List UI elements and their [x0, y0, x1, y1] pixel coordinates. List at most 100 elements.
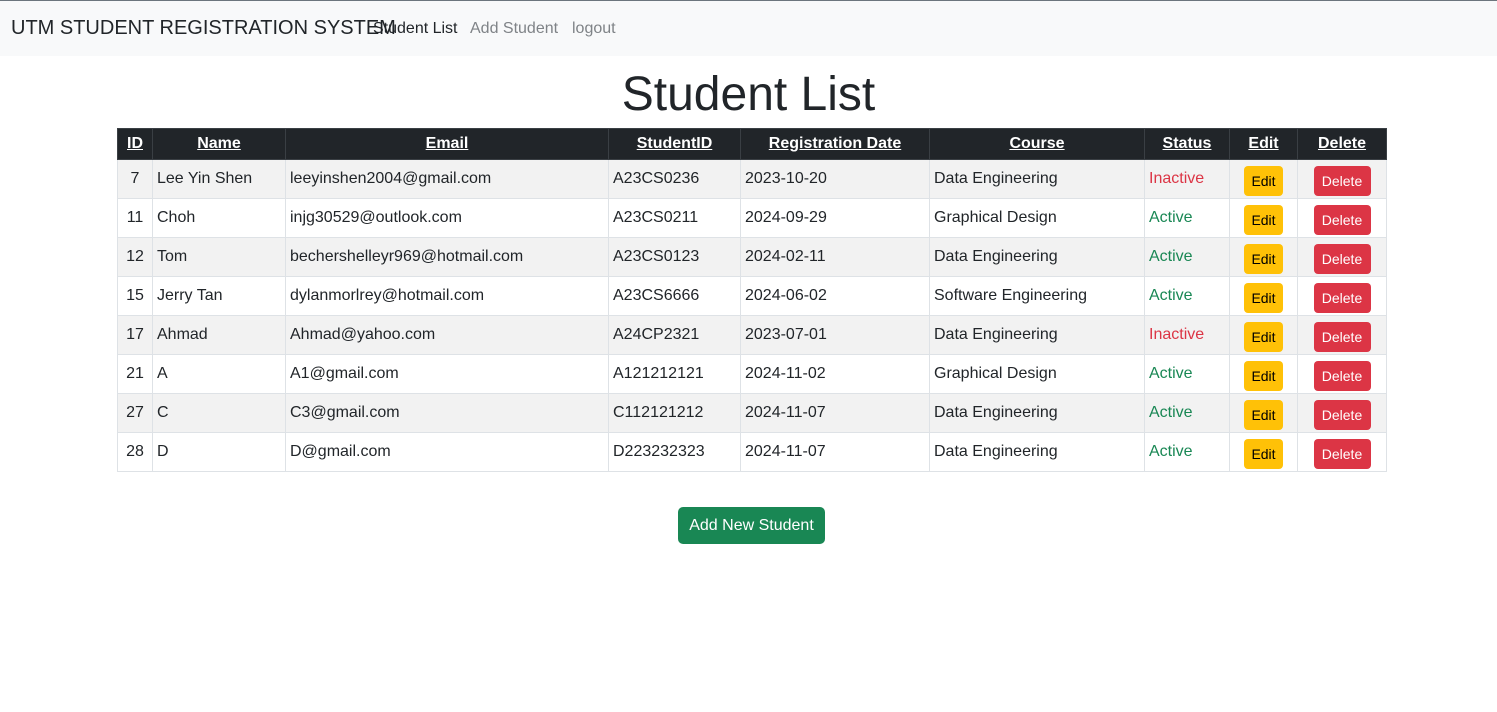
- cell-student-id: A23CS0123: [608, 237, 741, 277]
- delete-button[interactable]: Delete: [1313, 243, 1371, 274]
- sort-link-course[interactable]: Course: [1009, 135, 1064, 152]
- column-header-id: ID: [117, 128, 153, 160]
- table-body: 7 Lee Yin Shen leeyinshen2004@gmail.com A23…: [117, 159, 1387, 472]
- cell-email: leeyinshen2004@gmail.com: [285, 159, 609, 199]
- cell-id: 15: [117, 276, 153, 316]
- delete-button[interactable]: Delete: [1313, 321, 1371, 352]
- sort-link-registration-date[interactable]: Registration Date: [769, 135, 901, 152]
- cell-edit: Edit: [1229, 354, 1298, 394]
- brand-title[interactable]: UTM STUDENT REGISTRATION SYSTEM: [11, 17, 396, 40]
- nav-link-student-list[interactable]: Student List: [373, 20, 458, 38]
- cell-name: Choh: [152, 198, 286, 238]
- cell-id: 11: [117, 198, 153, 238]
- cell-edit: Edit: [1229, 315, 1298, 355]
- cell-course: Data Engineering: [929, 315, 1145, 355]
- cell-id: 27: [117, 393, 153, 433]
- edit-button[interactable]: Edit: [1244, 165, 1283, 196]
- table-row: 12 Tom bechershelleyr969@hotmail.com A23CS0…: [117, 237, 1387, 277]
- cell-status: Active: [1144, 393, 1230, 433]
- nav-link-logout[interactable]: logout: [572, 20, 616, 38]
- header-row: ID Name Email StudentID Registration Date Cou…: [117, 128, 1387, 160]
- edit-button[interactable]: Edit: [1244, 321, 1283, 352]
- edit-button[interactable]: Edit: [1244, 204, 1283, 235]
- cell-delete: Delete: [1297, 393, 1387, 433]
- cell-email: D@gmail.com: [285, 432, 609, 472]
- cell-delete: Delete: [1297, 432, 1387, 472]
- table-header: ID Name Email StudentID Registration Date Cou…: [117, 128, 1387, 160]
- cell-email: A1@gmail.com: [285, 354, 609, 394]
- cell-delete: Delete: [1297, 198, 1387, 238]
- cell-delete: Delete: [1297, 159, 1387, 199]
- cell-edit: Edit: [1229, 393, 1298, 433]
- table-row: 11 Choh injg30529@outlook.com A23CS0211 2024…: [117, 198, 1387, 238]
- cell-student-id: A121212121: [608, 354, 741, 394]
- sort-link-status[interactable]: Status: [1163, 135, 1212, 152]
- cell-delete: Delete: [1297, 315, 1387, 355]
- cell-email: bechershelleyr969@hotmail.com: [285, 237, 609, 277]
- cell-status: Active: [1144, 276, 1230, 316]
- cell-name: A: [152, 354, 286, 394]
- cell-course: Graphical Design: [929, 198, 1145, 238]
- sort-link-delete[interactable]: Delete: [1318, 135, 1366, 152]
- cell-name: D: [152, 432, 286, 472]
- table-row: 21 A A1@gmail.com A121212121 2024-11-02 Graph…: [117, 354, 1387, 394]
- cell-edit: Edit: [1229, 432, 1298, 472]
- cell-course: Data Engineering: [929, 393, 1145, 433]
- cell-registration-date: 2024-09-29: [740, 198, 930, 238]
- cell-course: Software Engineering: [929, 276, 1145, 316]
- navbar: UTM STUDENT REGISTRATION SYSTEM Student …: [0, 0, 1497, 56]
- cell-student-id: A23CS0236: [608, 159, 741, 199]
- cell-status: Active: [1144, 237, 1230, 277]
- sort-link-edit[interactable]: Edit: [1248, 135, 1278, 152]
- cell-id: 17: [117, 315, 153, 355]
- column-header-email: Email: [285, 128, 609, 160]
- cell-course: Graphical Design: [929, 354, 1145, 394]
- delete-button[interactable]: Delete: [1313, 165, 1371, 196]
- column-header-registration-date: Registration Date: [740, 128, 930, 160]
- cell-name: Lee Yin Shen: [152, 159, 286, 199]
- cell-delete: Delete: [1297, 276, 1387, 316]
- cell-student-id: C112121212: [608, 393, 741, 433]
- cell-status: Active: [1144, 354, 1230, 394]
- sort-link-email[interactable]: Email: [426, 135, 469, 152]
- cell-edit: Edit: [1229, 198, 1298, 238]
- table-row: 28 D D@gmail.com D223232323 2024-11-07 Data E…: [117, 432, 1387, 472]
- cell-name: C: [152, 393, 286, 433]
- delete-button[interactable]: Delete: [1313, 204, 1371, 235]
- delete-button[interactable]: Delete: [1313, 399, 1371, 430]
- cell-student-id: D223232323: [608, 432, 741, 472]
- cell-id: 12: [117, 237, 153, 277]
- sort-link-name[interactable]: Name: [197, 135, 241, 152]
- cell-email: dylanmorlrey@hotmail.com: [285, 276, 609, 316]
- sort-link-studentid[interactable]: StudentID: [637, 135, 713, 152]
- column-header-delete: Delete: [1297, 128, 1387, 160]
- add-new-student-button[interactable]: Add New Student: [678, 507, 825, 544]
- page-title: Student List: [621, 68, 876, 121]
- edit-button[interactable]: Edit: [1244, 360, 1283, 391]
- edit-button[interactable]: Edit: [1244, 243, 1283, 274]
- cell-name: Jerry Tan: [152, 276, 286, 316]
- cell-id: 21: [117, 354, 153, 394]
- cell-status: Active: [1144, 198, 1230, 238]
- edit-button[interactable]: Edit: [1244, 438, 1283, 469]
- edit-button[interactable]: Edit: [1244, 282, 1283, 313]
- sort-link-id[interactable]: ID: [127, 135, 143, 152]
- cell-id: 28: [117, 432, 153, 472]
- edit-button[interactable]: Edit: [1244, 399, 1283, 430]
- cell-registration-date: 2024-11-07: [740, 393, 930, 433]
- table-row: 7 Lee Yin Shen leeyinshen2004@gmail.com A23…: [117, 159, 1387, 199]
- cell-status: Inactive: [1144, 159, 1230, 199]
- nav-link-add-student[interactable]: Add Student: [470, 20, 558, 38]
- column-header-status: Status: [1144, 128, 1230, 160]
- cell-student-id: A23CS6666: [608, 276, 741, 316]
- cell-registration-date: 2024-11-07: [740, 432, 930, 472]
- cell-course: Data Engineering: [929, 237, 1145, 277]
- cell-status: Active: [1144, 432, 1230, 472]
- delete-button[interactable]: Delete: [1313, 360, 1371, 391]
- delete-button[interactable]: Delete: [1313, 282, 1371, 313]
- cell-course: Data Engineering: [929, 432, 1145, 472]
- table-row: 27 C C3@gmail.com C112121212 2024-11-07 Data …: [117, 393, 1387, 433]
- delete-button[interactable]: Delete: [1313, 438, 1371, 469]
- cell-email: C3@gmail.com: [285, 393, 609, 433]
- cell-student-id: A24CP2321: [608, 315, 741, 355]
